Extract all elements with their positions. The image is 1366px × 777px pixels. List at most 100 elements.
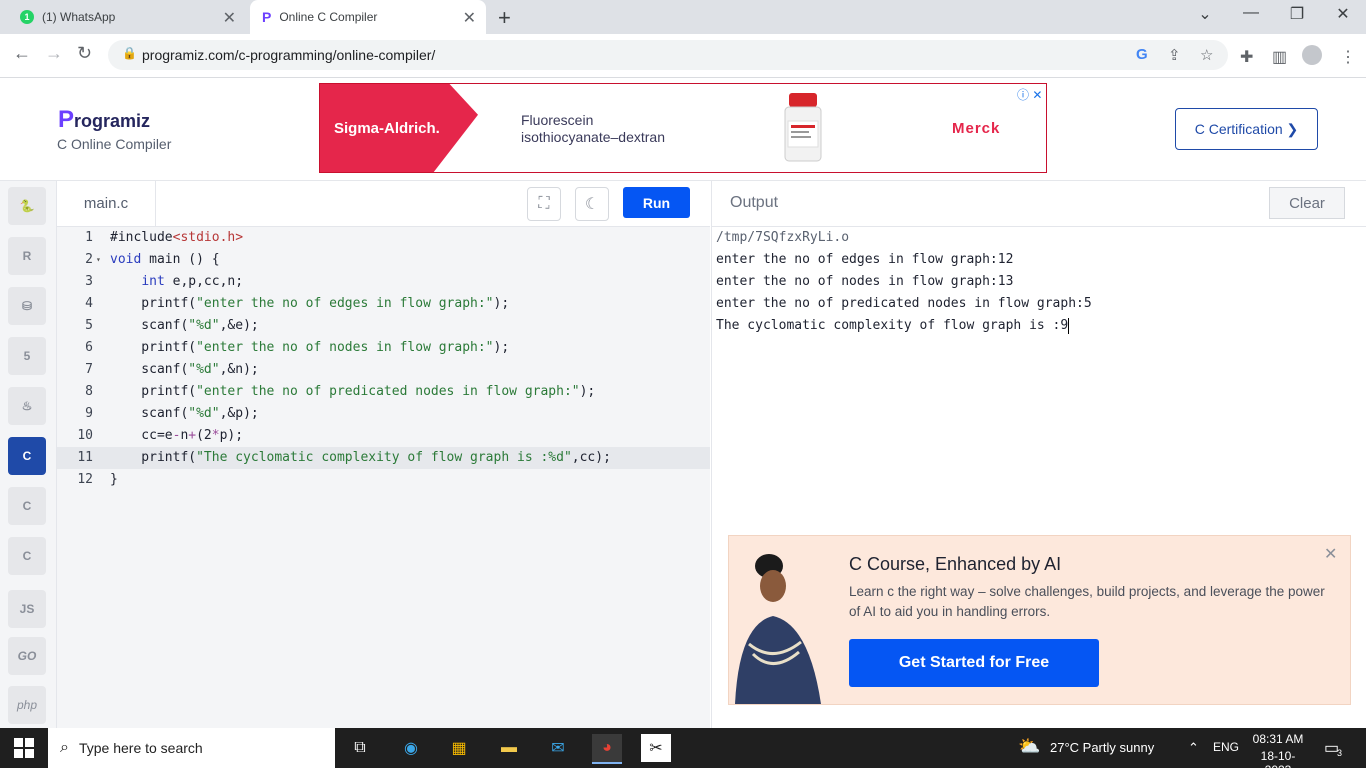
dark-mode-moon-icon[interactable]: ☾ [575,187,609,221]
csharp-icon[interactable]: C [8,537,46,575]
fold-arrow-icon[interactable]: ▾ [96,249,101,271]
r-icon[interactable]: R [8,237,46,275]
weather-text[interactable]: 27°C Partly sunny [1050,740,1154,755]
code-line[interactable]: 10 cc=e-n+(2*p); [57,425,710,447]
new-tab-icon[interactable]: + [498,5,511,31]
code-text[interactable]: scanf("%d",&e); [110,315,258,337]
back-icon[interactable]: ← [13,43,31,64]
merck-logo: Merck [952,120,1001,137]
file-tab-main-c[interactable]: main.c [57,181,156,226]
bookmark-star-icon[interactable]: ☆ [1200,46,1213,64]
fullscreen-icon[interactable]: ⛶ [527,187,561,221]
file-explorer-icon[interactable]: ▬ [494,734,524,762]
microsoft-store-icon[interactable]: ▦ [444,734,474,762]
code-line[interactable]: 6 printf("enter the no of nodes in flow … [57,337,710,359]
menu-kebab-icon[interactable]: ⋮ [1340,47,1356,67]
code-text[interactable]: printf("The cyclomatic complexity of flo… [110,447,611,469]
code-text[interactable]: #include<stdio.h> [110,227,243,249]
code-line[interactable]: 4 printf("enter the no of edges in flow … [57,293,710,315]
time-text: 08:31 AM [1252,732,1304,746]
code-line[interactable]: 5 scanf("%d",&e); [57,315,710,337]
code-line[interactable]: 9 scanf("%d",&p); [57,403,710,425]
code-text[interactable]: printf("enter the no of edges in flow gr… [110,293,509,315]
tab-search-chevron-icon[interactable]: ⌄ [1182,4,1228,24]
close-window-icon[interactable]: ✕ [1320,4,1366,24]
code-line[interactable]: 12 } [57,469,710,491]
profile-avatar-icon[interactable] [1302,45,1322,65]
get-started-button[interactable]: Get Started for Free [849,639,1099,687]
code-editor[interactable]: 1 #include<stdio.h> 2 ▾ void main () { 3… [57,227,710,728]
html-icon[interactable]: 5 [8,337,46,375]
code-text[interactable]: void main () { [110,249,220,271]
line-number: 9 [85,406,93,421]
code-line[interactable]: 1 #include<stdio.h> [57,227,710,249]
windows-start-icon[interactable] [14,738,34,758]
language-indicator[interactable]: ENG [1213,740,1239,754]
reload-icon[interactable]: ↻ [77,43,92,64]
advertisement-banner[interactable]: Sigma-Aldrich. Fluorescein isothiocyanat… [319,83,1047,173]
line-number: 12 [77,472,93,487]
edge-browser-icon[interactable]: ◉ [396,734,426,762]
code-line[interactable]: 2 ▾ void main () { [57,249,710,271]
minimize-icon[interactable]: — [1228,4,1274,22]
language-sidebar: 🐍 R ⛁ 5 ♨ C C C JS GO php [0,181,57,728]
output-line: /tmp/7SQfzxRyLi.o [716,230,850,245]
code-text[interactable]: cc=e-n+(2*p); [110,425,243,447]
output-console[interactable]: /tmp/7SQfzxRyLi.o enter the no of edges … [711,227,1366,728]
side-panel-icon[interactable]: ▥ [1272,47,1287,67]
snipping-tool-icon[interactable]: ✂ [641,734,671,762]
close-promo-icon[interactable]: ✕ [1324,544,1337,564]
windows-taskbar: ⌕ Type here to search ⧉ ◉ ▦ ▬ ✉ ◕ ✂ ⛅ 27… [0,728,1366,777]
c-icon[interactable]: C [8,437,46,475]
chrome-icon[interactable]: ◕ [592,734,622,764]
close-tab-icon[interactable]: ✕ [223,8,236,28]
cpp-icon[interactable]: C [8,487,46,525]
url-text[interactable]: programiz.com/c-programming/online-compi… [142,47,435,63]
clock[interactable]: 08:31 AM 18-10-2023 [1252,732,1304,777]
go-icon[interactable]: GO [8,637,46,675]
code-line[interactable]: 3 int e,p,cc,n; [57,271,710,293]
ad-product-line1: Fluorescein [521,112,594,128]
tab-online-c-compiler[interactable]: P Online C Compiler ✕ [250,0,486,34]
sql-icon[interactable]: ⛁ [8,287,46,325]
js-icon[interactable]: JS [8,590,46,628]
close-tab-icon[interactable]: ✕ [463,8,476,28]
tab-whatsapp[interactable]: 1 (1) WhatsApp ✕ [8,0,246,34]
code-text[interactable]: scanf("%d",&p); [110,403,258,425]
code-text[interactable]: printf("enter the no of nodes in flow gr… [110,337,509,359]
code-line-current[interactable]: 11 printf("The cyclomatic complexity of … [57,447,710,469]
weather-sun-cloud-icon[interactable]: ⛅ [1018,736,1040,757]
google-icon[interactable]: G [1136,46,1148,63]
clear-button[interactable]: Clear [1269,187,1345,219]
share-icon[interactable]: ⇪ [1168,46,1181,64]
php-icon[interactable]: php [8,686,46,724]
task-view-icon[interactable]: ⧉ [345,734,375,762]
code-line[interactable]: 8 printf("enter the no of predicated nod… [57,381,710,403]
output-line-last: The cyclomatic complexity of flow graph … [716,315,1070,337]
restore-icon[interactable]: ❐ [1274,4,1320,24]
programiz-logo[interactable]: Programiz [58,106,150,134]
code-text[interactable]: int e,p,cc,n; [110,271,243,293]
line-number: 1 [85,230,93,245]
tray-chevron-icon[interactable]: ⌃ [1188,740,1199,756]
extensions-icon[interactable]: ✚ [1240,47,1253,67]
taskbar-search-box[interactable]: ⌕ Type here to search [48,728,335,768]
c-certification-button[interactable]: C Certification ❯ [1175,108,1318,150]
programiz-favicon-icon: P [262,9,272,25]
python-icon[interactable]: 🐍 [8,187,46,225]
forward-icon[interactable]: → [45,43,63,64]
line-number: 2 [85,252,93,267]
java-icon[interactable]: ♨ [8,387,46,425]
code-text[interactable]: printf("enter the no of predicated nodes… [110,381,595,403]
ad-info-close-icon[interactable]: ⓘ ✕ [1017,86,1042,103]
code-line[interactable]: 7 scanf("%d",&n); [57,359,710,381]
code-text[interactable]: } [110,469,118,491]
whatsapp-favicon-icon: 1 [20,10,34,24]
run-button[interactable]: Run [623,187,690,218]
notification-count: 3 [1337,748,1343,758]
mail-icon[interactable]: ✉ [543,734,573,762]
code-text[interactable]: scanf("%d",&n); [110,359,258,381]
line-number: 10 [77,428,93,443]
lock-icon[interactable]: 🔒 [122,46,137,60]
address-bar[interactable]: 🔒 programiz.com/c-programming/online-com… [108,40,1228,70]
